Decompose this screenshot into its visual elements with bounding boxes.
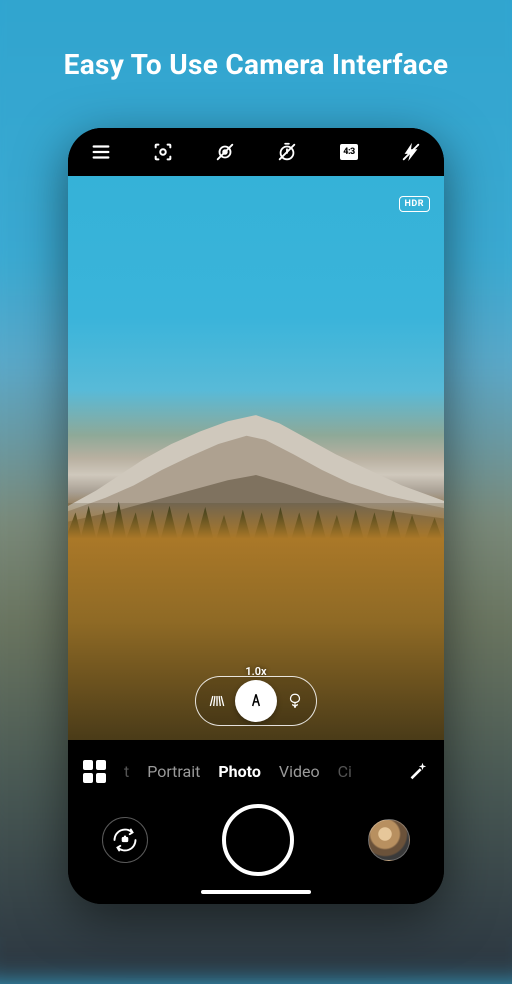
filter-off-icon[interactable] — [206, 133, 244, 171]
lens-scan-icon[interactable] — [144, 133, 182, 171]
lens-macro-button[interactable] — [277, 683, 313, 719]
shutter-button[interactable] — [222, 804, 294, 876]
mode-row: t Portrait Photo Video Ci — [68, 750, 444, 798]
camera-viewfinder[interactable]: HDR 1.0x — [68, 176, 444, 740]
mode-photo[interactable]: Photo — [218, 762, 261, 781]
mode-video[interactable]: Video — [279, 762, 320, 781]
lens-wide-button[interactable] — [235, 680, 277, 722]
phone-frame: 4:3 HDR 1.0x — [68, 128, 444, 904]
switch-camera-button[interactable] — [102, 817, 148, 863]
mode-grid-button[interactable] — [80, 757, 108, 785]
magic-wand-button[interactable] — [402, 756, 432, 786]
hdr-badge[interactable]: HDR — [399, 196, 430, 212]
gallery-thumbnail[interactable] — [368, 819, 410, 861]
hero-title: Easy To Use Camera Interface — [0, 48, 512, 81]
lens-picker — [195, 676, 317, 726]
home-indicator — [201, 890, 311, 894]
timer-off-icon[interactable] — [268, 133, 306, 171]
lens-ultrawide-button[interactable] — [199, 683, 235, 719]
aspect-ratio-label: 4:3 — [340, 144, 358, 160]
aspect-ratio-button[interactable]: 4:3 — [330, 133, 368, 171]
camera-bottom-panel: t Portrait Photo Video Ci — [68, 740, 444, 904]
mode-partial-right[interactable]: Ci — [338, 762, 352, 781]
controls-row — [68, 798, 444, 884]
mode-scroller[interactable]: t Portrait Photo Video Ci — [120, 762, 394, 781]
camera-top-toolbar: 4:3 — [68, 128, 444, 176]
mode-partial-left[interactable]: t — [124, 762, 129, 781]
flash-off-icon[interactable] — [392, 133, 430, 171]
menu-icon[interactable] — [82, 133, 120, 171]
mode-portrait[interactable]: Portrait — [147, 762, 200, 781]
